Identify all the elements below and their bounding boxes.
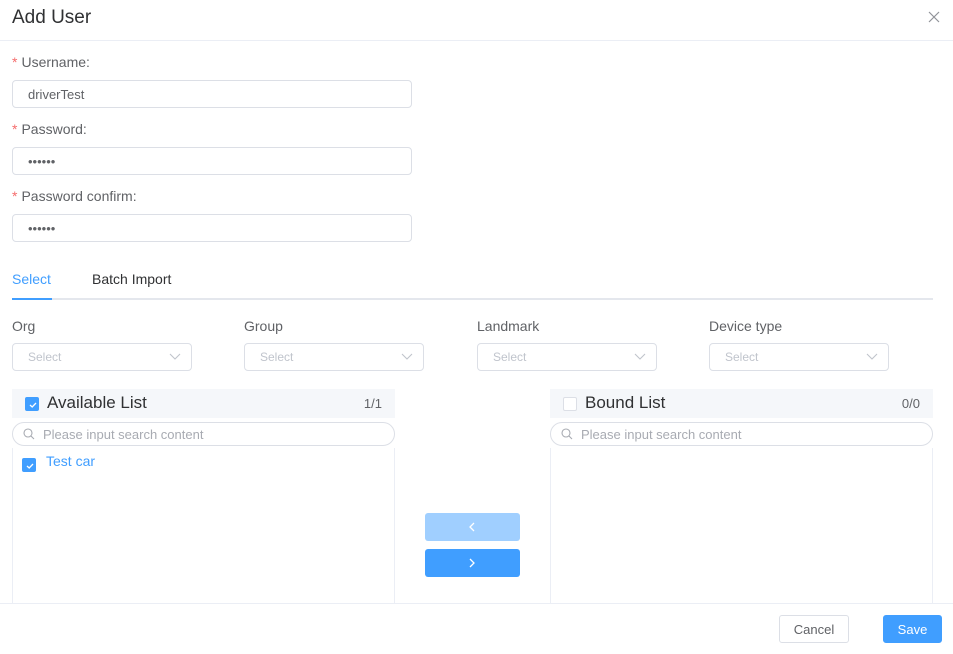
required-mark: * bbox=[12, 54, 18, 70]
dialog-footer: Cancel Save bbox=[0, 603, 953, 654]
password-label: * Password: bbox=[12, 121, 87, 137]
select-placeholder: Select bbox=[493, 350, 527, 364]
chevron-down-icon bbox=[169, 353, 181, 360]
dialog-header: Add User bbox=[0, 0, 953, 41]
search-icon bbox=[23, 428, 35, 440]
device-type-label: Device type bbox=[709, 318, 783, 334]
device-type-select[interactable]: Select bbox=[709, 343, 889, 371]
select-placeholder: Select bbox=[725, 350, 759, 364]
tab-bar: Select Batch Import bbox=[12, 264, 933, 300]
chevron-down-icon bbox=[401, 353, 413, 360]
available-list-body: Test car bbox=[12, 448, 395, 604]
available-list-header: Available List 1/1 bbox=[12, 389, 395, 418]
available-list-title: Available List bbox=[47, 393, 147, 412]
select-placeholder: Select bbox=[260, 350, 294, 364]
available-search-input[interactable] bbox=[43, 425, 383, 443]
chevron-down-icon bbox=[634, 353, 646, 360]
bound-search-input[interactable] bbox=[581, 425, 921, 443]
bound-search[interactable] bbox=[550, 422, 933, 446]
bound-list-panel: Bound List 0/0 bbox=[550, 389, 933, 604]
move-to-available-button[interactable] bbox=[425, 513, 520, 541]
close-icon bbox=[928, 11, 940, 23]
required-mark: * bbox=[12, 188, 18, 204]
landmark-label: Landmark bbox=[477, 318, 540, 334]
landmark-select[interactable]: Select bbox=[477, 343, 657, 371]
username-input[interactable] bbox=[12, 80, 412, 108]
item-label: Test car bbox=[46, 453, 96, 469]
check-icon bbox=[26, 463, 34, 469]
group-label: Group bbox=[244, 318, 283, 334]
check-icon bbox=[29, 402, 37, 408]
list-item[interactable]: Test car bbox=[13, 452, 393, 474]
bound-list-header: Bound List 0/0 bbox=[550, 389, 933, 418]
org-select[interactable]: Select bbox=[12, 343, 192, 371]
tab-batch-import[interactable]: Batch Import bbox=[92, 271, 171, 287]
select-placeholder: Select bbox=[28, 350, 62, 364]
save-button[interactable]: Save bbox=[883, 615, 942, 643]
password-confirm-label: * Password confirm: bbox=[12, 188, 137, 204]
item-checkbox[interactable] bbox=[22, 458, 36, 472]
available-list-panel: Available List 1/1 Test car bbox=[12, 389, 395, 604]
tab-select[interactable]: Select bbox=[12, 271, 51, 287]
group-select[interactable]: Select bbox=[244, 343, 424, 371]
close-button[interactable] bbox=[926, 9, 942, 25]
chevron-down-icon bbox=[866, 353, 878, 360]
active-tab-indicator bbox=[12, 298, 52, 300]
required-mark: * bbox=[12, 121, 18, 137]
bound-select-all-checkbox[interactable] bbox=[563, 397, 577, 411]
username-label: * Username: bbox=[12, 54, 90, 70]
bound-list-title: Bound List bbox=[585, 393, 666, 412]
move-to-bound-button[interactable] bbox=[425, 549, 520, 577]
password-confirm-input[interactable] bbox=[12, 214, 412, 242]
password-input[interactable] bbox=[12, 147, 412, 175]
chevron-right-icon bbox=[469, 558, 475, 568]
bound-list-body bbox=[550, 448, 933, 604]
dialog-title: Add User bbox=[12, 7, 92, 28]
chevron-left-icon bbox=[469, 522, 475, 532]
available-select-all-checkbox[interactable] bbox=[25, 397, 39, 411]
available-search[interactable] bbox=[12, 422, 395, 446]
bound-list-count: 0/0 bbox=[901, 396, 920, 411]
org-label: Org bbox=[12, 318, 36, 334]
available-list-count: 1/1 bbox=[363, 396, 382, 411]
search-icon bbox=[561, 428, 573, 440]
cancel-button[interactable]: Cancel bbox=[779, 615, 849, 643]
